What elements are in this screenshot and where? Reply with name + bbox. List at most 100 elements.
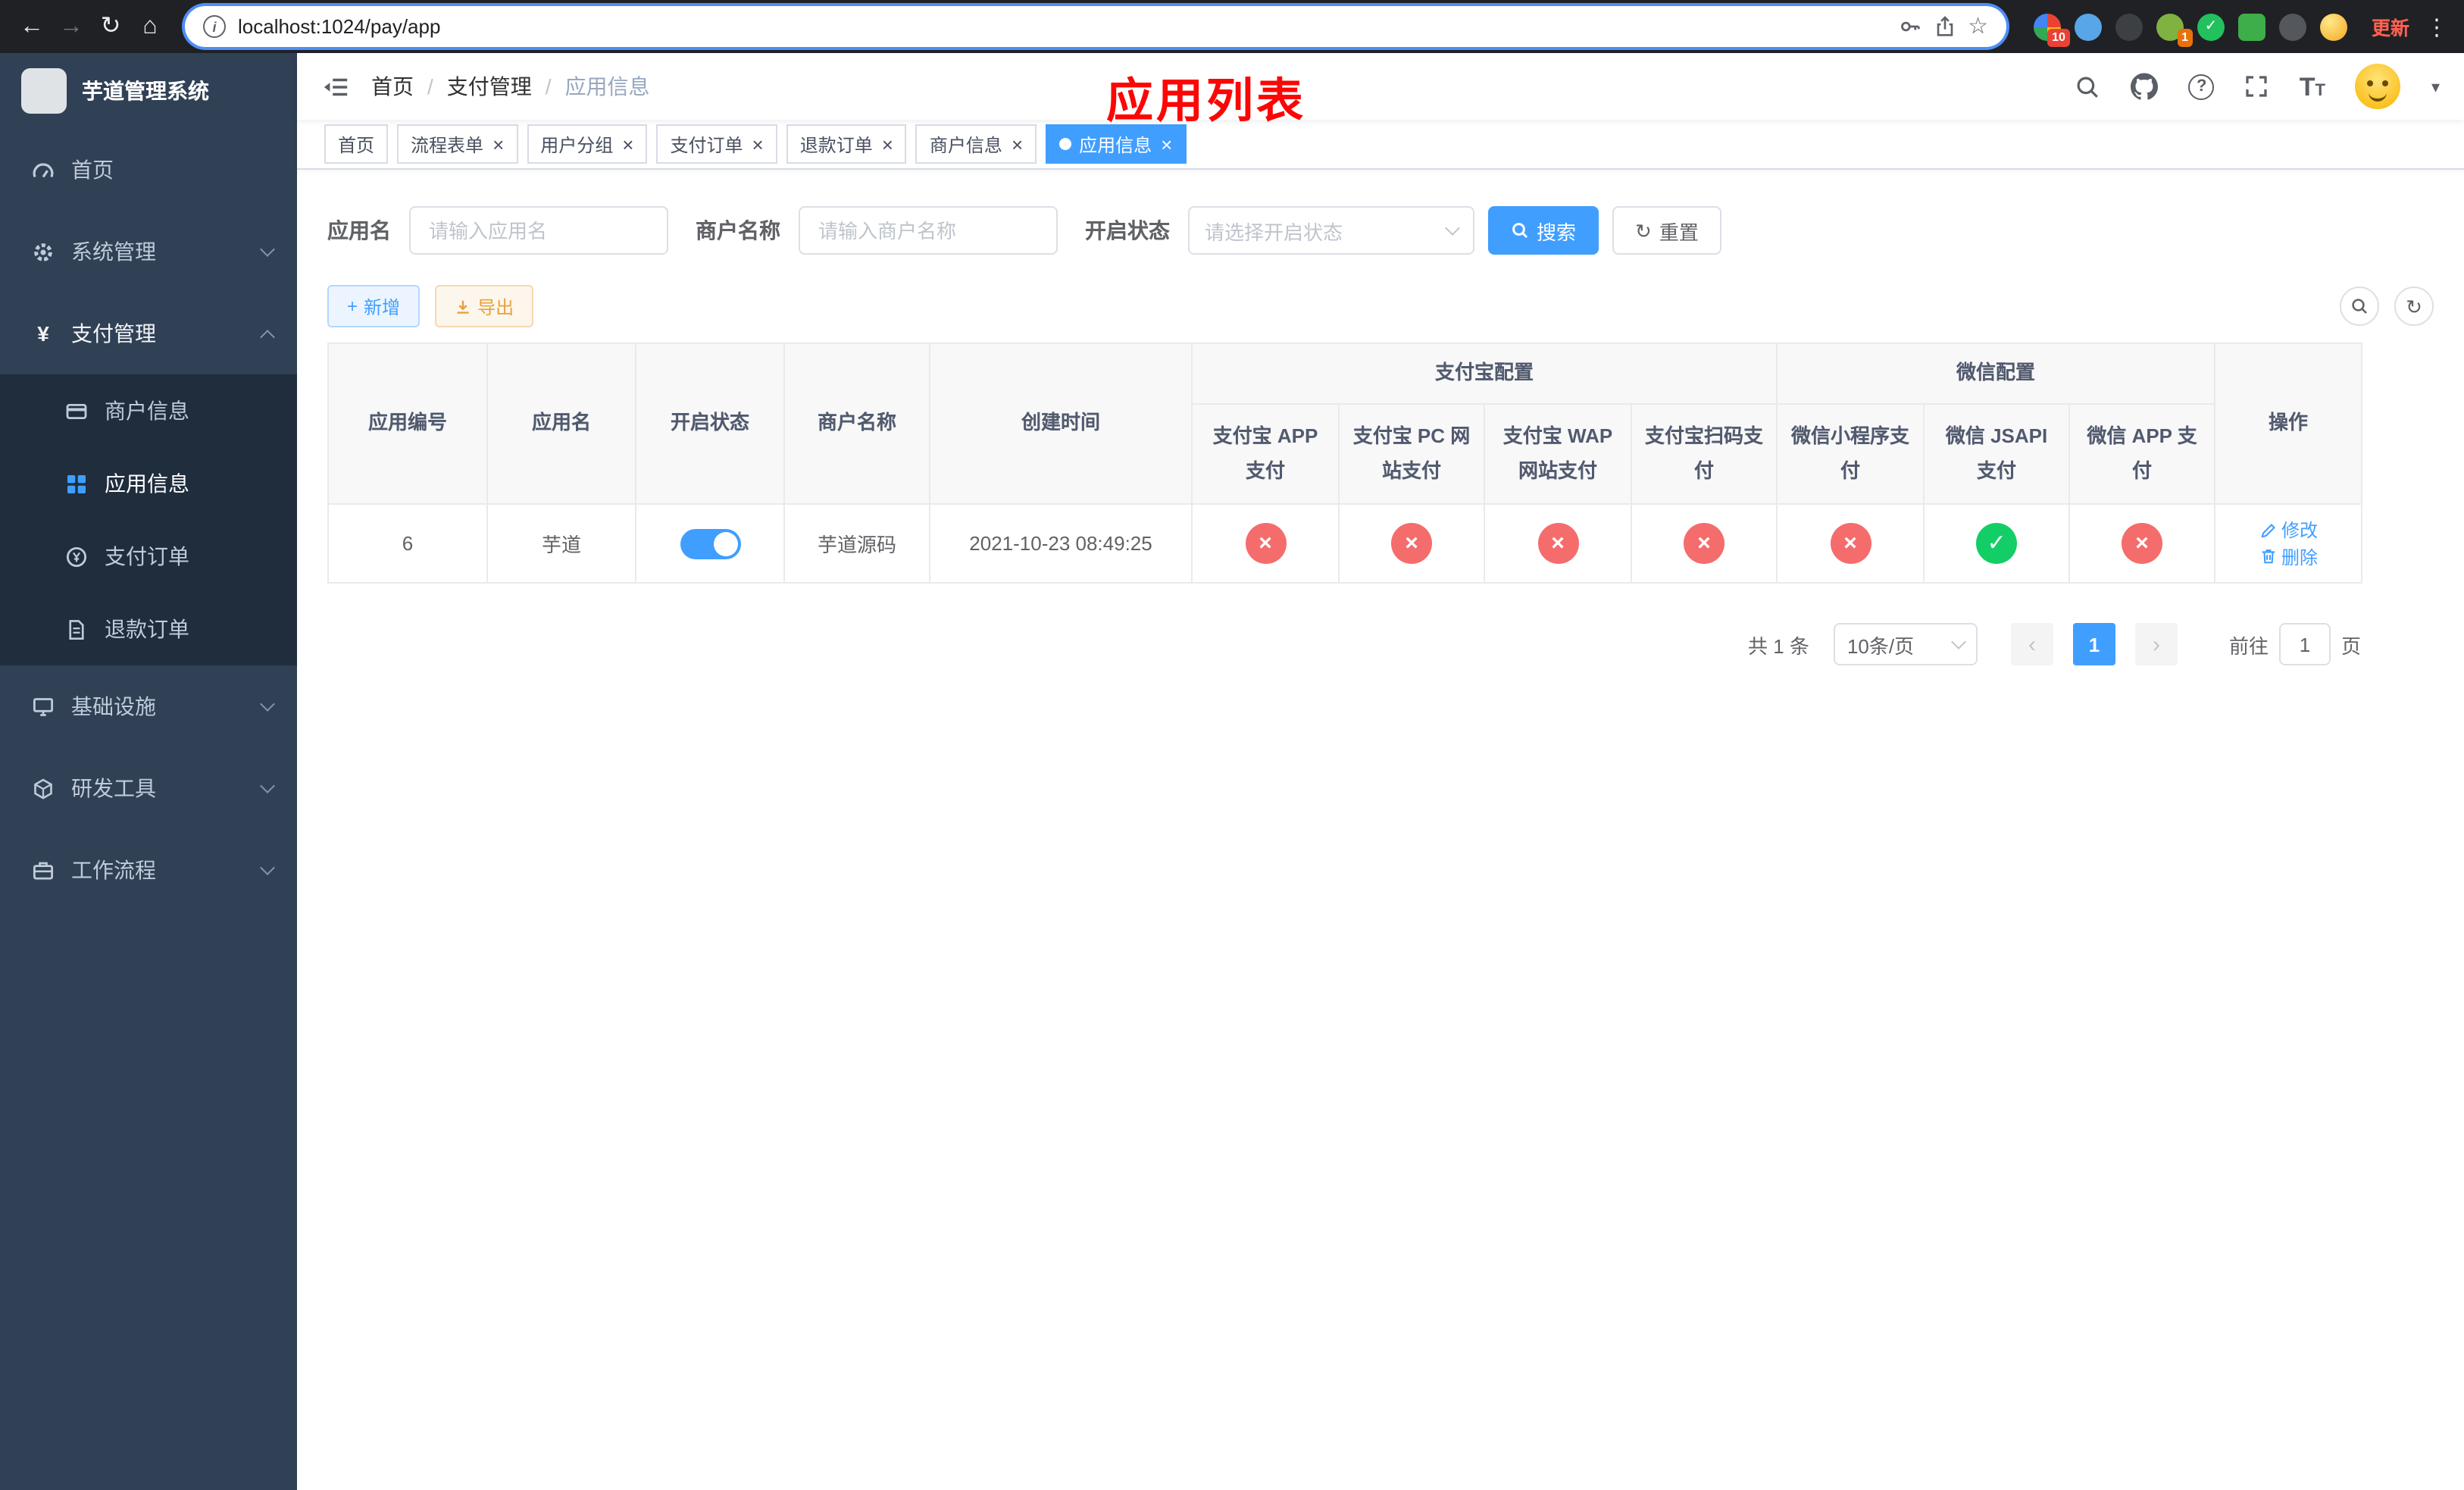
next-page-button[interactable]: › xyxy=(2134,623,2178,665)
browser-update-button[interactable]: 更新 xyxy=(2359,6,2422,47)
tab-home[interactable]: 首页 xyxy=(324,124,389,164)
home-icon[interactable]: ⌂ xyxy=(130,14,170,39)
breadcrumb-payment[interactable]: 支付管理 xyxy=(447,71,532,102)
export-button[interactable]: 导出 xyxy=(435,285,534,327)
sidebar-subitem-app-info[interactable]: 应用信息 xyxy=(0,447,297,520)
grid-icon xyxy=(64,472,89,495)
status-label: 开启状态 xyxy=(1085,218,1170,243)
app-name-input[interactable] xyxy=(409,206,668,255)
toggle-search-button[interactable] xyxy=(2340,286,2379,326)
channel-status-icon: × xyxy=(1830,523,1871,564)
tab-label: 用户分组 xyxy=(540,134,614,155)
pagination-total: 共 1 条 xyxy=(1748,634,1809,657)
reset-button[interactable]: ↻ 重置 xyxy=(1612,206,1721,255)
main-area: 首页 / 支付管理 / 应用信息 ? T T ▾ 应用列表 首页 流程表单 × … xyxy=(297,53,2464,1490)
add-button[interactable]: + 新增 xyxy=(327,285,421,327)
sidebar-item-home[interactable]: 首页 xyxy=(0,129,297,211)
refresh-table-button[interactable]: ↻ xyxy=(2394,286,2434,326)
url-text: localhost:1024/pay/app xyxy=(238,15,441,38)
caret-down-icon[interactable]: ▾ xyxy=(2431,77,2440,96)
sidebar-subitem-pay-order[interactable]: 支付订单 xyxy=(0,520,297,593)
tab-close-icon[interactable]: × xyxy=(752,134,764,154)
font-size-icon[interactable]: TT xyxy=(2300,74,2325,99)
col-app-id: 应用编号 xyxy=(327,343,488,505)
goto-unit-label: 页 xyxy=(2340,634,2361,657)
tab-label: 退款订单 xyxy=(799,134,873,155)
forward-icon[interactable]: → xyxy=(52,14,91,39)
col-group-wechat: 微信配置 xyxy=(1776,343,2216,405)
tab-close-icon[interactable]: × xyxy=(492,134,504,154)
extension-icon-4[interactable]: 1 xyxy=(2156,13,2193,46)
sidebar-item-workflow[interactable]: 工作流程 xyxy=(0,829,297,911)
extension-icon-2[interactable] xyxy=(2074,13,2102,40)
browser-menu-icon[interactable]: ⋮ xyxy=(2422,13,2452,40)
tab-close-icon[interactable]: × xyxy=(882,134,893,154)
address-bar[interactable]: i localhost:1024/pay/app ☆ xyxy=(185,6,2006,47)
help-icon[interactable]: ? xyxy=(2188,74,2215,99)
fullscreen-icon[interactable] xyxy=(2245,74,2269,99)
cell-alipay-wap: × xyxy=(1484,503,1632,584)
edit-link[interactable]: 修改 xyxy=(2259,517,2318,543)
chevron-down-icon xyxy=(1445,221,1460,236)
sidebar-subitem-refund-order[interactable]: 退款订单 xyxy=(0,593,297,665)
bookmark-star-icon[interactable]: ☆ xyxy=(1968,15,1988,38)
sidebar-subitem-merchant-info[interactable]: 商户信息 xyxy=(0,374,297,447)
col-alipay-wap: 支付宝 WAP 网站支付 xyxy=(1484,403,1632,505)
briefcase-icon xyxy=(30,859,56,881)
tab-close-icon[interactable]: × xyxy=(1161,134,1172,154)
password-key-icon[interactable] xyxy=(1898,15,1921,38)
search-button[interactable]: 搜索 xyxy=(1488,206,1599,255)
tab-user-group[interactable]: 用户分组 × xyxy=(527,124,648,164)
extension-icon-6[interactable] xyxy=(2237,13,2265,40)
tab-app-info[interactable]: 应用信息 × xyxy=(1046,124,1187,164)
goto-page-input[interactable] xyxy=(2278,623,2331,665)
site-info-icon[interactable]: i xyxy=(203,15,226,38)
back-icon[interactable]: ← xyxy=(12,14,52,39)
sidebar-item-payment[interactable]: ¥ 支付管理 xyxy=(0,293,297,374)
col-group-alipay: 支付宝配置 xyxy=(1190,343,1778,405)
status-select[interactable]: 请选择开启状态 xyxy=(1188,206,1474,255)
page-size-value: 10条/页 xyxy=(1846,634,1915,657)
tab-refund-order[interactable]: 退款订单 × xyxy=(786,124,907,164)
col-alipay-pc: 支付宝 PC 网站支付 xyxy=(1338,403,1485,505)
extension-icon-3[interactable] xyxy=(2115,13,2143,40)
tab-close-icon[interactable]: × xyxy=(622,134,633,154)
search-icon[interactable] xyxy=(2075,74,2101,99)
status-switch[interactable] xyxy=(680,528,740,559)
tab-pay-order[interactable]: 支付订单 × xyxy=(656,124,777,164)
table-row: 6 芋道 芋道源码 2021-10-23 08:49:25 × × × × × … xyxy=(327,503,2363,584)
user-avatar[interactable] xyxy=(2355,64,2401,109)
extension-icon-1[interactable]: 10 xyxy=(2033,13,2070,46)
tab-process-form[interactable]: 流程表单 × xyxy=(397,124,518,164)
breadcrumb-home[interactable]: 首页 xyxy=(371,71,414,102)
col-status: 开启状态 xyxy=(635,343,785,505)
prev-page-button[interactable]: ‹ xyxy=(2010,623,2053,665)
share-icon[interactable] xyxy=(1933,15,1956,38)
sidebar-item-system[interactable]: 系统管理 xyxy=(0,211,297,293)
extension-icon-5[interactable]: ✓ xyxy=(2197,13,2225,40)
app-title: 芋道管理系统 xyxy=(82,79,209,103)
reset-button-label: 重置 xyxy=(1659,221,1699,243)
sidebar-item-infrastructure[interactable]: 基础设施 xyxy=(0,665,297,747)
chevron-down-icon xyxy=(1951,634,1966,650)
cell-status xyxy=(635,503,785,584)
col-create-time: 创建时间 xyxy=(929,343,1193,505)
page-size-select[interactable]: 10条/页 xyxy=(1833,623,1978,665)
reload-icon[interactable]: ↻ xyxy=(91,14,130,39)
browser-toolbar: ← → ↻ ⌂ i localhost:1024/pay/app ☆ 10 1 … xyxy=(0,0,2464,53)
tab-label: 应用信息 xyxy=(1079,134,1152,155)
sidebar-item-devtools[interactable]: 研发工具 xyxy=(0,747,297,829)
extension-icon-7[interactable] xyxy=(2278,13,2306,40)
col-wx-app: 微信 APP 支付 xyxy=(2068,403,2216,505)
sidebar-toggle-icon[interactable] xyxy=(321,72,350,101)
tab-merchant-info[interactable]: 商户信息 × xyxy=(915,124,1037,164)
extension-badge-2: 1 xyxy=(2177,28,2193,46)
breadcrumb-current: 应用信息 xyxy=(564,74,650,99)
cell-app-name: 芋道 xyxy=(486,503,636,584)
merchant-name-input[interactable] xyxy=(799,206,1058,255)
delete-link[interactable]: 删除 xyxy=(2259,543,2318,569)
page-number-button[interactable]: 1 xyxy=(2072,623,2115,665)
extension-icon-8[interactable] xyxy=(2319,13,2347,40)
github-icon[interactable] xyxy=(2131,73,2159,100)
tab-close-icon[interactable]: × xyxy=(1012,134,1023,154)
